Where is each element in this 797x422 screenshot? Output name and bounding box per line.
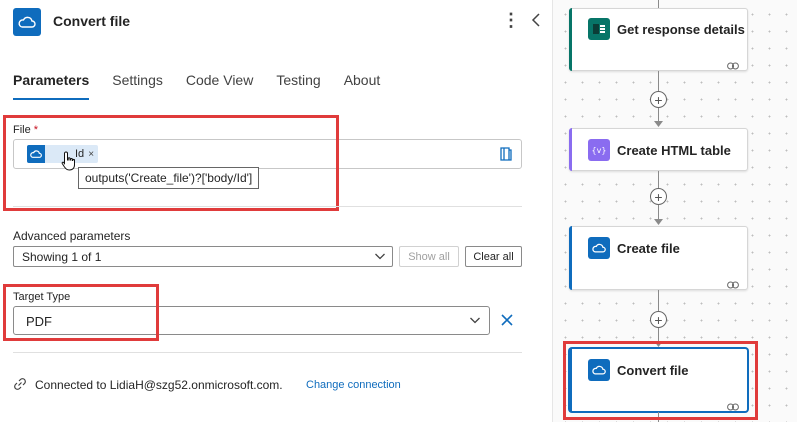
flow-canvas[interactable]: Get response details + {v} Create HTML t… <box>552 0 797 422</box>
connector-line <box>658 0 659 8</box>
data-operation-icon: {v} <box>588 139 610 161</box>
divider <box>13 352 522 353</box>
tab-about[interactable]: About <box>344 72 381 100</box>
card-title: Create file <box>617 241 680 256</box>
connector-line <box>658 290 659 311</box>
collapse-panel-icon[interactable] <box>529 10 543 30</box>
onedrive-icon <box>588 359 610 381</box>
divider <box>13 206 522 207</box>
card-accent <box>569 8 572 71</box>
required-mark: * <box>33 124 39 136</box>
connection-link-icon <box>727 398 739 411</box>
add-step-button[interactable]: + <box>650 311 667 328</box>
advanced-parameters-dropdown[interactable]: Showing 1 of 1 <box>13 246 393 267</box>
card-accent <box>569 226 572 290</box>
arrow-icon <box>654 341 663 347</box>
show-all-button[interactable]: Show all <box>399 246 459 267</box>
tab-testing[interactable]: Testing <box>276 72 320 100</box>
card-title: Create HTML table <box>617 143 731 158</box>
connection-link-icon <box>727 276 739 289</box>
file-field-label: File * <box>13 124 38 136</box>
advanced-parameters-label: Advanced parameters <box>13 229 131 243</box>
add-step-button[interactable]: + <box>650 91 667 108</box>
clear-all-button[interactable]: Clear all <box>465 246 522 267</box>
card-title: Get response details <box>617 22 745 37</box>
connector-line <box>658 108 659 122</box>
action-config-panel: Convert file ⋮ Parameters Settings Code … <box>0 0 552 422</box>
chevron-down-icon <box>374 250 386 262</box>
flow-card-get-response-details[interactable]: Get response details <box>569 8 748 71</box>
tab-parameters[interactable]: Parameters <box>13 72 90 100</box>
file-input[interactable]: Id × <box>13 139 522 169</box>
arrow-icon <box>654 219 663 225</box>
flow-card-create-file[interactable]: Create file <box>569 226 748 290</box>
remove-parameter-icon[interactable] <box>500 313 514 327</box>
flow-card-create-html-table[interactable]: {v} Create HTML table <box>569 128 748 171</box>
connector-line <box>658 328 659 342</box>
arrow-icon <box>654 121 663 127</box>
tab-bar: Parameters Settings Code View Testing Ab… <box>13 72 403 100</box>
onedrive-icon <box>27 145 45 163</box>
hand-cursor-icon <box>61 151 77 171</box>
connector-line <box>658 205 659 220</box>
card-title: Convert file <box>617 363 689 378</box>
file-label-text: File <box>13 124 31 136</box>
panel-title: Convert file <box>53 13 131 29</box>
tab-code-view[interactable]: Code View <box>186 72 253 100</box>
onedrive-icon <box>13 8 41 36</box>
advanced-parameters-value: Showing 1 of 1 <box>22 250 102 264</box>
connection-status: Connected to LidiaH@szg52.onmicrosoft.co… <box>35 378 283 392</box>
connector-line <box>658 71 659 92</box>
card-accent <box>569 128 572 171</box>
tab-settings[interactable]: Settings <box>112 72 163 100</box>
card-accent <box>569 348 572 412</box>
connector-line <box>658 412 659 422</box>
more-options-icon[interactable]: ⋮ <box>502 10 520 30</box>
chevron-down-icon <box>469 314 481 326</box>
connection-icon <box>13 377 27 391</box>
svg-text:{v}: {v} <box>592 146 606 155</box>
forms-icon <box>588 18 610 40</box>
target-type-label: Target Type <box>13 291 71 303</box>
change-connection-link[interactable]: Change connection <box>306 379 401 391</box>
token-remove-button[interactable]: × <box>88 149 98 160</box>
flow-card-convert-file[interactable]: Convert file <box>569 348 748 412</box>
add-step-button[interactable]: + <box>650 188 667 205</box>
dynamic-content-icon[interactable] <box>499 146 513 162</box>
connection-link-icon <box>727 57 739 70</box>
connector-line <box>658 171 659 189</box>
onedrive-icon <box>588 237 610 259</box>
target-type-value: PDF <box>26 314 52 329</box>
expression-tooltip: outputs('Create_file')?['body/Id'] <box>78 167 260 189</box>
target-type-dropdown[interactable]: PDF <box>13 306 490 335</box>
